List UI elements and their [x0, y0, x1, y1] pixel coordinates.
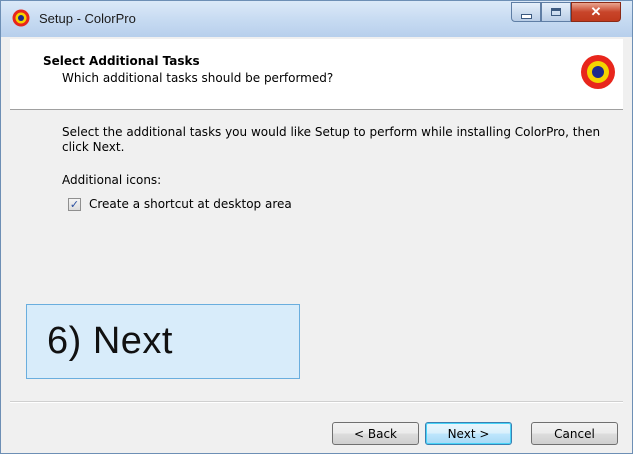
desktop-shortcut-option[interactable]: ✓ Create a shortcut at desktop area	[68, 197, 292, 211]
task-description: Select the additional tasks you would li…	[62, 125, 601, 154]
back-button[interactable]: < Back	[332, 422, 419, 445]
title-bar[interactable]: Setup - ColorPro ✕	[1, 1, 632, 37]
setup-window: Setup - ColorPro ✕ Select Additional Tas…	[0, 0, 633, 454]
cancel-button[interactable]: Cancel	[531, 422, 618, 445]
next-button[interactable]: Next >	[425, 422, 512, 445]
colorpro-logo-icon	[581, 55, 615, 89]
page-title: Select Additional Tasks	[43, 54, 200, 68]
footer-divider	[10, 401, 623, 403]
close-icon: ✕	[590, 3, 602, 19]
maximize-button[interactable]	[541, 2, 571, 22]
minimize-button[interactable]	[511, 2, 541, 22]
colorpro-logo-icon	[12, 9, 30, 27]
checkmark-icon: ✓	[69, 197, 80, 211]
desktop-shortcut-checkbox[interactable]: ✓	[68, 197, 81, 211]
step-annotation: 6) Next	[26, 304, 300, 379]
window-title: Setup - ColorPro	[39, 11, 136, 26]
additional-icons-label: Additional icons:	[62, 173, 162, 187]
desktop-shortcut-label[interactable]: Create a shortcut at desktop area	[89, 197, 292, 211]
wizard-header: Select Additional Tasks Which additional…	[10, 39, 623, 110]
close-button[interactable]: ✕	[571, 2, 621, 22]
minimize-icon	[520, 13, 532, 19]
maximize-icon	[551, 8, 561, 16]
page-subtitle: Which additional tasks should be perform…	[62, 71, 334, 85]
step-annotation-text: 6) Next	[47, 320, 173, 362]
